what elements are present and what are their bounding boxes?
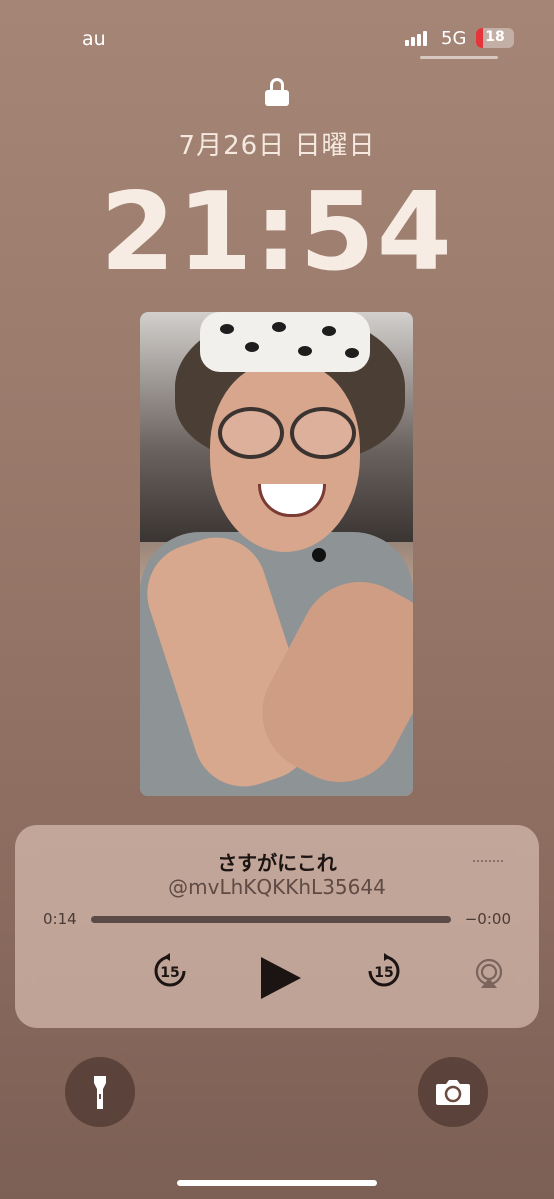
play-button[interactable] <box>255 953 305 1003</box>
camera-icon <box>436 1080 470 1105</box>
skip-back-label: 15 <box>160 965 179 981</box>
lock-icon <box>265 78 289 106</box>
playback-scrubber[interactable] <box>91 916 451 923</box>
home-indicator[interactable] <box>177 1180 377 1186</box>
more-icon[interactable] <box>473 860 503 864</box>
airplay-button[interactable] <box>473 958 505 990</box>
now-playing-widget[interactable]: さすがにこれ @mvLhKQKKhL35644 0:14 −0:00 15 15 <box>15 825 539 1028</box>
wallpaper-photo <box>140 312 413 796</box>
track-artist: @mvLhKQKKhL35644 <box>168 875 386 899</box>
skip-back-15-button[interactable]: 15 <box>151 952 189 990</box>
skip-back-icon: 15 <box>154 953 186 987</box>
camera-button[interactable] <box>418 1057 488 1127</box>
track-title: さすがにこれ <box>217 851 337 875</box>
control-center-indicator[interactable] <box>420 56 498 59</box>
flashlight-button[interactable] <box>65 1057 135 1127</box>
flashlight-icon <box>94 1076 106 1109</box>
skip-forward-label: 15 <box>374 965 393 981</box>
battery-icon: 18 <box>476 28 514 48</box>
skip-forward-icon: 15 <box>368 953 400 987</box>
airplay-icon <box>475 958 503 988</box>
skip-forward-15-button[interactable]: 15 <box>365 952 403 990</box>
lock-time: 21:54 <box>100 170 454 295</box>
network-type-label: 5G <box>441 28 467 49</box>
lock-date: 7月26日 日曜日 <box>178 131 376 161</box>
carrier-label: au <box>82 28 106 50</box>
cellular-signal-icon <box>405 30 429 46</box>
elapsed-time: 0:14 <box>43 910 77 928</box>
status-bar: au 5G 18 <box>0 24 554 54</box>
play-icon <box>261 957 301 999</box>
remaining-time: −0:00 <box>464 910 511 928</box>
battery-level: 18 <box>485 29 505 45</box>
